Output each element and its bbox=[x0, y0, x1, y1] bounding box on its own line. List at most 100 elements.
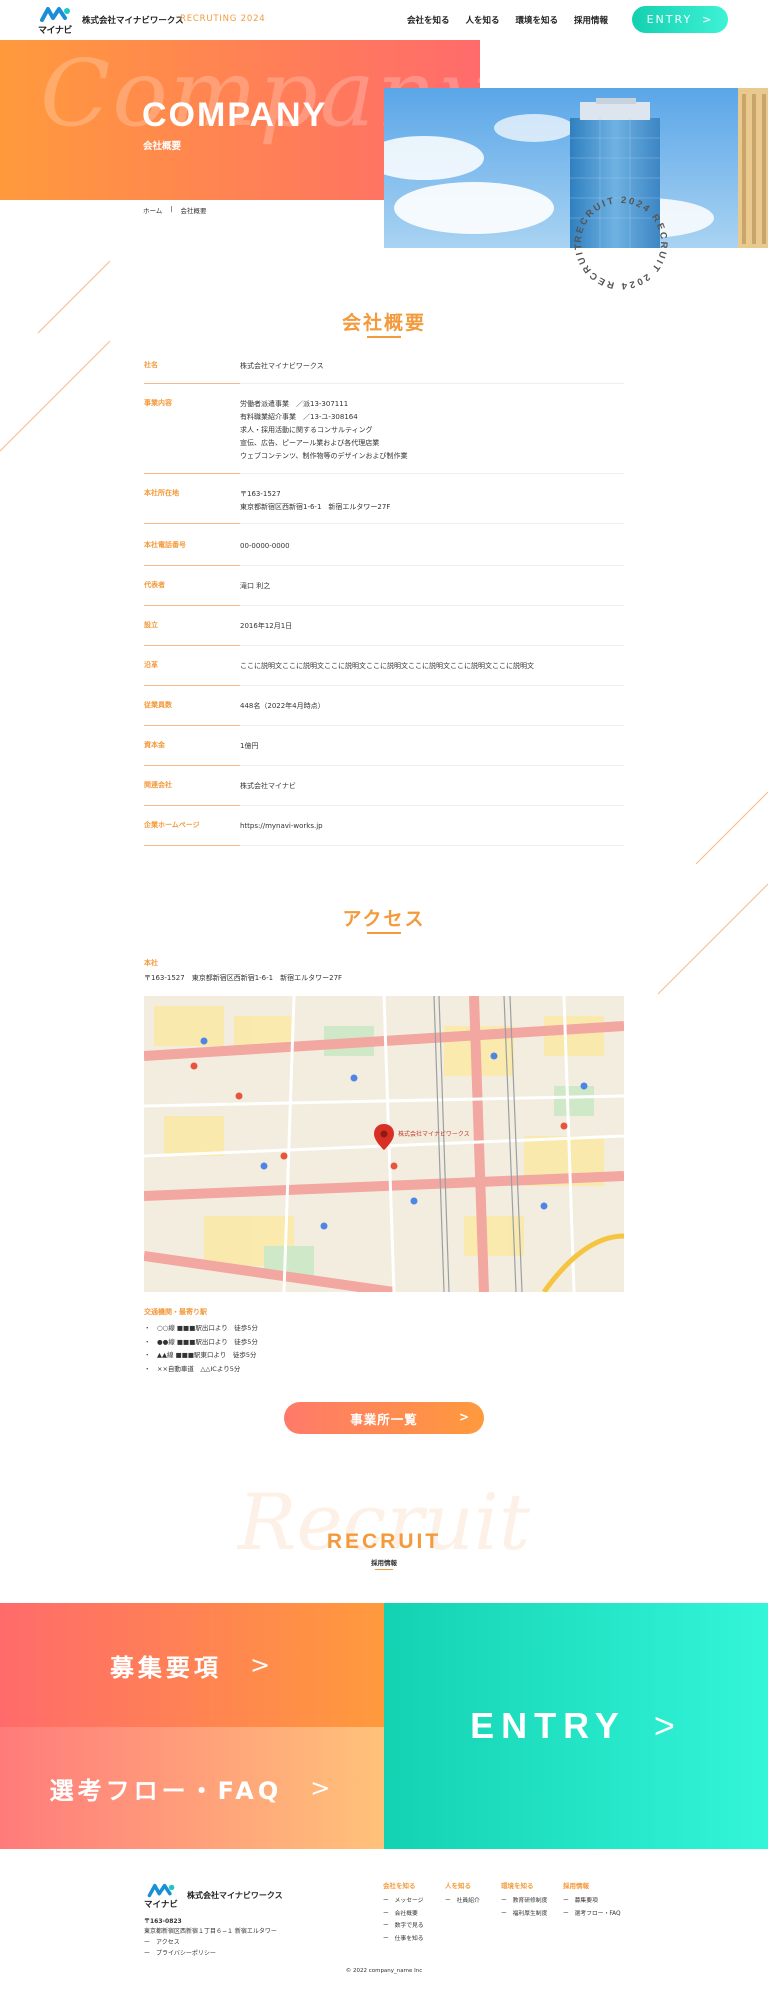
nav-item-environment[interactable]: 環境を知る bbox=[515, 14, 558, 26]
transport-item: ・ ××自動車道 △△ICより5分 bbox=[144, 1364, 241, 1373]
breadcrumb-separator: | bbox=[170, 205, 173, 213]
job-requirements-label: 募集要項 bbox=[109, 1653, 222, 1682]
entry-panel-label: ENTRY bbox=[470, 1705, 626, 1746]
selection-flow-panel[interactable]: 選考フロー・FAQ > bbox=[0, 1727, 384, 1849]
transport-title: 交通機関・最寄り駅 bbox=[144, 1308, 207, 1316]
key-underline bbox=[144, 473, 240, 474]
info-key: 社名 bbox=[144, 361, 158, 369]
map-illustration: 株式会社マイナビワークス bbox=[144, 996, 624, 1292]
site-header: マイナビ 株式会社マイナビワークス RECRUTING 2024 会社を知る 人… bbox=[0, 0, 768, 40]
footer-link-privacy[interactable]: ー プライバシーポリシー bbox=[144, 1948, 216, 1957]
mynavi-logo[interactable]: マイナビ bbox=[38, 6, 74, 36]
info-row: 企業ホームページ https://mynavi-works.jp bbox=[144, 820, 624, 846]
decor-lines-right bbox=[657, 791, 768, 995]
chevron-right-icon: > bbox=[310, 1774, 335, 1802]
footer-zip: 〒163-0823 bbox=[144, 1918, 182, 1925]
info-value: 448名（2022年4月時点） bbox=[240, 702, 325, 710]
key-underline bbox=[144, 765, 240, 766]
footer-col-link[interactable]: ー 会社概要 bbox=[383, 1908, 424, 1921]
footer-col-link[interactable]: ー 選考フロー・FAQ bbox=[563, 1908, 621, 1921]
selection-flow-label: 選考フロー・FAQ bbox=[49, 1776, 283, 1805]
nav-item-recruit[interactable]: 採用情報 bbox=[574, 14, 608, 26]
recruit-script-watermark: Recruit bbox=[237, 1478, 531, 1568]
key-underline bbox=[144, 845, 240, 846]
header-entry-button[interactable]: ENTRY > bbox=[632, 6, 728, 33]
logo-text: マイナビ bbox=[38, 26, 72, 36]
footer-col-environment: 環境を知る ー 教育研修制度 ー 福利厚生制度 bbox=[501, 1880, 547, 1920]
page-root: マイナビ 株式会社マイナビワークス RECRUTING 2024 会社を知る 人… bbox=[0, 0, 768, 1990]
footer-col-heading[interactable]: 会社を知る bbox=[383, 1880, 424, 1890]
breadcrumb: ホーム | 会社概要 bbox=[143, 205, 207, 215]
info-row: 本社電話番号 00-0000-0000 bbox=[144, 540, 624, 566]
office-list-label: 事業所一覧 bbox=[350, 1411, 418, 1427]
footer-col-heading[interactable]: 採用情報 bbox=[563, 1880, 621, 1890]
footer-col-link[interactable]: ー 社員紹介 bbox=[445, 1895, 480, 1908]
footer-col-link[interactable]: ー 募集要項 bbox=[563, 1895, 621, 1908]
global-nav: 会社を知る 人を知る 環境を知る 採用情報 bbox=[407, 14, 608, 26]
chevron-right-icon: > bbox=[653, 1705, 682, 1746]
key-underline bbox=[144, 645, 240, 646]
entry-panel[interactable]: ENTRY > bbox=[384, 1603, 768, 1849]
info-row: 関連会社 株式会社マイナビ bbox=[144, 780, 624, 806]
company-name: 株式会社マイナビワークス bbox=[82, 16, 184, 26]
access-title-underline bbox=[367, 932, 401, 934]
info-row: 従業員数 448名（2022年4月時点） bbox=[144, 700, 624, 726]
page-title: COMPANY bbox=[142, 96, 328, 134]
job-requirements-panel[interactable]: 募集要項 > bbox=[0, 1603, 384, 1727]
breadcrumb-home[interactable]: ホーム bbox=[143, 205, 162, 215]
chevron-right-icon: > bbox=[702, 13, 714, 26]
info-value: 1億円 bbox=[240, 742, 259, 750]
company-title-underline bbox=[367, 336, 401, 338]
footer-col-heading[interactable]: 人を知る bbox=[445, 1880, 480, 1890]
nav-item-people[interactable]: 人を知る bbox=[465, 14, 499, 26]
recruit-title-underline bbox=[375, 1569, 393, 1570]
recruiting-label: RECRUTING 2024 bbox=[180, 14, 266, 24]
info-key: 企業ホームページ bbox=[144, 821, 200, 829]
footer-company: 株式会社マイナビワークス bbox=[187, 1891, 283, 1900]
footer-col-heading[interactable]: 環境を知る bbox=[501, 1880, 547, 1890]
company-section-title: 会社概要 bbox=[341, 312, 426, 334]
key-underline bbox=[144, 605, 240, 606]
info-key: 関連会社 bbox=[144, 781, 172, 789]
breadcrumb-current: 会社概要 bbox=[180, 207, 207, 215]
info-value: 株式会社マイナビ bbox=[240, 782, 296, 790]
info-row: 事業内容 労働者派遣事業 ／派13-307111 有料職業紹介事業 ／13-ユ-… bbox=[144, 398, 624, 474]
map-embed[interactable]: 株式会社マイナビワークス bbox=[144, 996, 624, 1292]
key-underline bbox=[144, 685, 240, 686]
footer-logo-mark bbox=[147, 1883, 175, 1898]
info-key: 沿革 bbox=[144, 661, 158, 669]
chevron-right-icon: > bbox=[249, 1651, 275, 1679]
footer-link-access[interactable]: ー アクセス bbox=[144, 1937, 180, 1946]
footer-col-link[interactable]: ー 福利厚生制度 bbox=[501, 1908, 547, 1921]
key-underline bbox=[144, 523, 240, 524]
nav-item-company[interactable]: 会社を知る bbox=[407, 14, 450, 26]
homepage-link[interactable]: https://mynavi-works.jp bbox=[240, 820, 323, 833]
footer-logo[interactable]: マイナビ bbox=[144, 1883, 178, 1910]
info-row: 沿革 ここに説明文ここに説明文ここに説明文ここに説明文ここに説明文ここに説明文こ… bbox=[144, 660, 624, 686]
key-underline bbox=[144, 383, 240, 384]
info-key: 代表者 bbox=[144, 581, 165, 589]
transport-item: ・ ○○線 ■■■駅出口より 徒歩5分 bbox=[144, 1324, 258, 1332]
info-value: 00-0000-0000 bbox=[240, 542, 290, 550]
info-row: 本社所在地 〒163-1527 東京都新宿区西新宿1-6-1 新宿エルタワー27… bbox=[144, 488, 624, 524]
chevron-right-icon: > bbox=[458, 1410, 470, 1424]
info-value: 滝口 利之 bbox=[240, 582, 271, 590]
page-subtitle: 会社概要 bbox=[143, 141, 182, 152]
info-row: 社名 株式会社マイナビワークス bbox=[144, 360, 624, 384]
recruit-2024-circle-badge: RECRUIT 2024 RECRUIT 2024 RECRUIT 2024 bbox=[566, 188, 667, 291]
access-label: 本社 bbox=[144, 959, 158, 967]
info-key: 設立 bbox=[144, 621, 158, 629]
map-pin-label: 株式会社マイナビワークス bbox=[398, 1130, 470, 1138]
footer-col-link[interactable]: ー 仕事を知る bbox=[383, 1933, 424, 1946]
access-address: 〒163-1527 東京都新宿区西新宿1-6-1 新宿エルタワー27F bbox=[144, 974, 343, 982]
footer-col-link[interactable]: ー 数字で見る bbox=[383, 1920, 424, 1933]
office-list-button[interactable]: 事業所一覧 > bbox=[284, 1402, 484, 1434]
decor-lines-left bbox=[0, 260, 111, 452]
info-value: ここに説明文ここに説明文ここに説明文ここに説明文ここに説明文ここに説明文ここに説… bbox=[240, 662, 534, 670]
footer-col-link[interactable]: ー 教育研修制度 bbox=[501, 1895, 547, 1908]
recruit-section-subtitle: 採用情報 bbox=[371, 1559, 397, 1567]
info-value: 株式会社マイナビワークス bbox=[240, 362, 324, 370]
footer-col-link[interactable]: ー メッセージ bbox=[383, 1895, 424, 1908]
footer-col-recruit: 採用情報 ー 募集要項 ー 選考フロー・FAQ bbox=[563, 1880, 621, 1920]
entry-label: ENTRY bbox=[646, 13, 693, 26]
